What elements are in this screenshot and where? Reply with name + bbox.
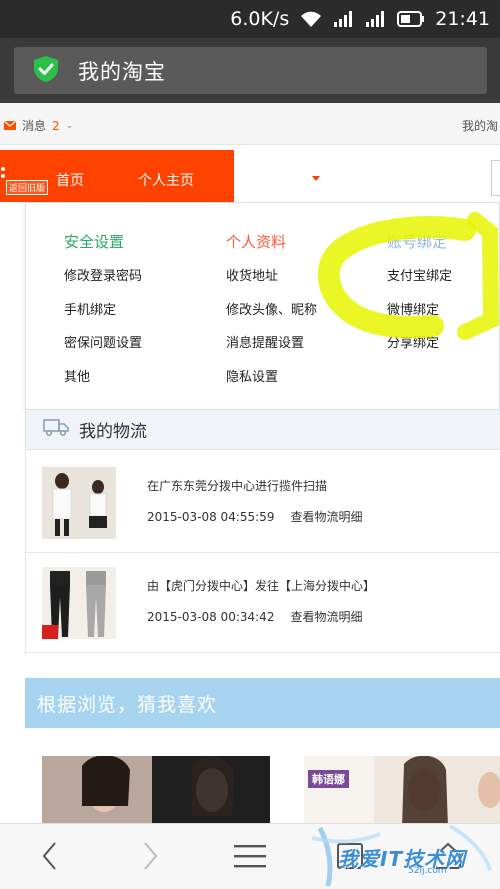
recommend-grid: 韩语娜	[25, 728, 500, 828]
clock: 21:41	[435, 8, 490, 30]
recommend-title: 根据浏览，猜我喜欢	[37, 693, 218, 716]
nav-personal-home[interactable]: 个人主页	[138, 170, 194, 190]
page-title: 我的淘宝	[78, 59, 166, 84]
logistics-status: 在广东东莞分拨中心进行揽件扫描	[147, 479, 328, 493]
truck-icon	[43, 418, 69, 441]
wifi-icon	[299, 10, 323, 28]
product-thumbnail[interactable]	[42, 567, 116, 639]
account-binding-column: 账号绑定 支付宝绑定 微博绑定 分享绑定	[387, 231, 452, 369]
profile-column: 个人资料 收货地址 修改头像、昵称 消息提醒设置 隐私设置	[226, 231, 317, 402]
logistics-meta: 2015-03-08 04:55:59 查看物流明细	[147, 508, 362, 525]
settings-dropdown: 安全设置 修改登录密码 手机绑定 密保问题设置 其他 个人资料 收货地址 修改头…	[25, 202, 500, 410]
main-nav: 返回旧版 首页 个人主页	[0, 150, 234, 202]
signal-icon-2	[365, 10, 387, 28]
other-link[interactable]: 其他	[64, 369, 142, 403]
tabs-button[interactable]: 8	[330, 836, 370, 876]
menu-button[interactable]	[230, 836, 270, 876]
security-settings-column: 安全设置 修改登录密码 手机绑定 密保问题设置 其他	[64, 231, 142, 402]
logistics-title: 我的物流	[79, 422, 147, 442]
logistics-time: 2015-03-08 00:34:42	[147, 610, 275, 624]
logistics-status: 由【虎门分拨中心】发往【上海分拨中心】	[147, 579, 376, 593]
product-thumbnail[interactable]	[42, 467, 116, 539]
url-bar[interactable]: 我的淘宝	[14, 47, 487, 94]
recommend-item[interactable]: 韩语娜	[304, 756, 500, 828]
tabs-icon: 8	[337, 843, 363, 869]
chevron-down-icon: ⌄	[65, 120, 74, 131]
logistics-row[interactable]: 在广东东莞分拨中心进行揽件扫描 2015-03-08 04:55:59 查看物流明…	[26, 453, 500, 553]
brand-badge: 韩语娜	[308, 770, 349, 788]
recommend-header: 根据浏览，猜我喜欢	[25, 678, 500, 728]
title-bar: 我的淘宝	[0, 38, 500, 103]
back-old-version-button[interactable]: 返回旧版	[6, 180, 49, 195]
shipping-address-link[interactable]: 收货地址	[226, 268, 317, 302]
my-taobao-link[interactable]: 我的淘	[462, 117, 498, 134]
weibo-binding-link[interactable]: 微博绑定	[387, 302, 452, 336]
screen: 6.0K/s 21:41 我的淘宝 消息 2 ⌄ 我的淘 返回旧版 首页 个人主…	[0, 0, 500, 889]
caret-down-icon[interactable]	[312, 176, 320, 181]
logistics-time: 2015-03-08 04:55:59	[147, 510, 275, 524]
security-settings-heading[interactable]: 安全设置	[64, 231, 142, 252]
messages-link[interactable]: 消息 2 ⌄	[3, 117, 74, 134]
logistics-row[interactable]: 由【虎门分拨中心】发往【上海分拨中心】 2015-03-08 00:34:42 查…	[26, 553, 500, 653]
signal-icon	[333, 10, 355, 28]
view-logistics-detail-link[interactable]: 查看物流明细	[290, 610, 362, 624]
profile-heading[interactable]: 个人资料	[226, 231, 317, 252]
chevron-left-icon	[42, 842, 56, 870]
recommend-item[interactable]	[42, 756, 270, 828]
bottom-nav: 8	[0, 823, 500, 889]
phone-binding-link[interactable]: 手机绑定	[64, 302, 142, 336]
change-password-link[interactable]: 修改登录密码	[64, 268, 142, 302]
logistics-section: 我的物流 在广东东莞分拨中心进行揽件扫描 2015-03-08 04:55:59…	[25, 410, 500, 654]
chevron-right-icon	[144, 842, 158, 870]
share-binding-link[interactable]: 分享绑定	[387, 335, 452, 369]
logistics-meta: 2015-03-08 00:34:42 查看物流明细	[147, 608, 362, 625]
home-button[interactable]	[428, 836, 468, 876]
nav-home[interactable]: 首页	[56, 170, 84, 190]
alipay-binding-link[interactable]: 支付宝绑定	[387, 268, 452, 302]
notification-settings-link[interactable]: 消息提醒设置	[226, 335, 317, 369]
hamburger-icon	[234, 845, 266, 868]
secure-shield-icon	[32, 55, 78, 87]
back-button[interactable]	[30, 836, 70, 876]
forward-button[interactable]	[130, 836, 170, 876]
privacy-settings-link[interactable]: 隐私设置	[226, 369, 317, 403]
messages-label: 消息	[22, 119, 47, 133]
logistics-header: 我的物流	[26, 410, 500, 450]
search-input[interactable]	[491, 160, 500, 196]
avatar-nickname-link[interactable]: 修改头像、昵称	[226, 302, 317, 336]
security-question-link[interactable]: 密保问题设置	[64, 335, 142, 369]
account-binding-heading[interactable]: 账号绑定	[387, 231, 452, 252]
home-icon	[435, 842, 461, 869]
mail-icon	[3, 119, 17, 133]
network-speed: 6.0K/s	[230, 8, 290, 30]
status-bar: 6.0K/s 21:41	[0, 0, 500, 38]
battery-icon	[397, 11, 425, 27]
view-logistics-detail-link[interactable]: 查看物流明细	[290, 510, 362, 524]
top-bar: 消息 2 ⌄ 我的淘	[0, 103, 500, 145]
messages-count: 2	[52, 118, 60, 133]
